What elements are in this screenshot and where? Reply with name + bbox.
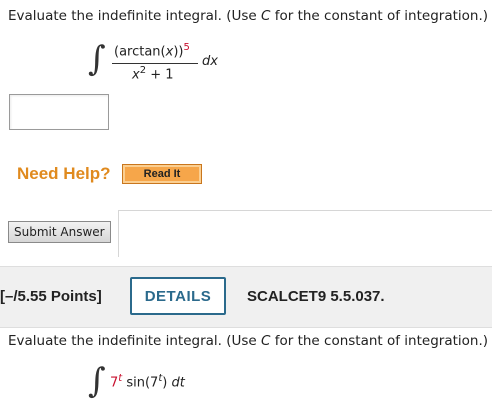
points-label: [–/5.55 Points] [0,288,102,305]
differential: dx [202,54,218,69]
integrand-numerator: (arctan(x))5 [114,42,190,60]
answer-input[interactable] [9,94,109,130]
question1-integral: ∫ (arctan(x))5 x2 + 1 dx [84,40,234,90]
question2-integral: ∫ 7t sin(7t) dt [84,364,224,404]
details-button[interactable]: DETAILS [130,277,226,315]
read-it-button[interactable]: Read It [122,164,202,184]
question1-prompt: Evaluate the indefinite integral. (Use C… [8,8,489,24]
submit-panel [118,210,492,257]
fraction-bar [112,63,198,64]
differential: dt [171,375,185,391]
need-help-label: Need Help? [17,164,111,183]
integral-sign: ∫ [88,361,106,401]
integral-sign: ∫ [88,39,106,79]
integrand: 7t sin(7t) dt [110,373,185,391]
integrand-denominator: x2 + 1 [132,65,174,83]
question2-prompt: Evaluate the indefinite integral. (Use C… [8,333,489,349]
submit-answer-button[interactable]: Submit Answer [8,221,111,243]
question-reference: SCALCET9 5.5.037. [247,288,385,305]
numerator-exponent: 5 [183,42,190,53]
